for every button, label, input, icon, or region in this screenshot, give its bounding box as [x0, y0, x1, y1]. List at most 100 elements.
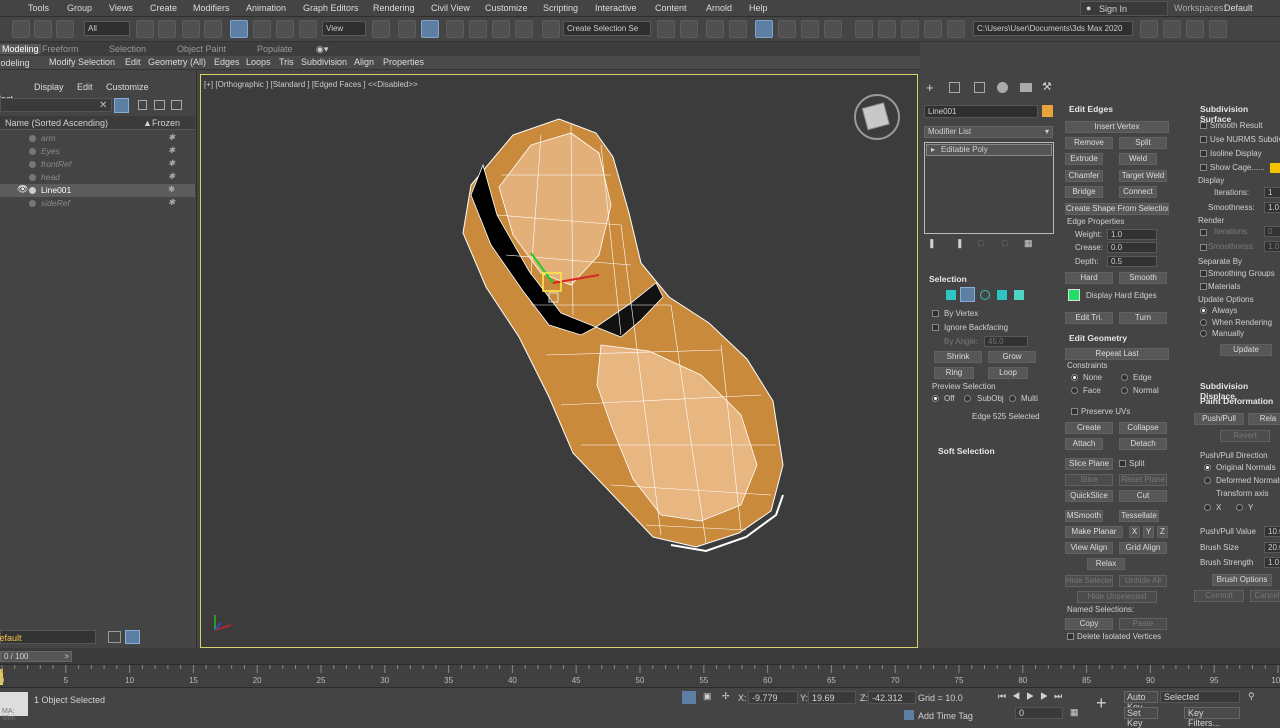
menu-interactive[interactable]: Interactive	[595, 3, 637, 13]
key-mode-dropdown[interactable]: Selected	[1160, 691, 1240, 703]
create-shape-button[interactable]: Create Shape From Selection	[1065, 203, 1169, 215]
render-setup-icon[interactable]	[855, 20, 873, 38]
axis-x-radio[interactable]	[1204, 504, 1211, 511]
menu-help[interactable]: Help	[749, 3, 768, 13]
loop-button[interactable]: Loop	[988, 367, 1028, 379]
pivot-center-icon[interactable]	[372, 20, 390, 38]
y-coordinate-field[interactable]: 19.69	[808, 691, 856, 704]
remove-button[interactable]: Remove	[1065, 137, 1113, 149]
layer-icon[interactable]	[171, 100, 182, 110]
explorer-tab-edit[interactable]: Edit	[77, 82, 93, 92]
attach-button[interactable]: Attach	[1065, 438, 1103, 450]
update-manually-radio[interactable]	[1200, 330, 1207, 337]
render-production-icon[interactable]	[901, 20, 919, 38]
vertex-mode-icon[interactable]	[946, 290, 956, 300]
workspace-value[interactable]: Default	[1224, 3, 1253, 13]
menu-modifiers[interactable]: Modifiers	[193, 3, 230, 13]
menu-civil-view[interactable]: Civil View	[431, 3, 470, 13]
menu-create[interactable]: Create	[150, 3, 177, 13]
smooth-result-checkbox[interactable]	[1200, 122, 1207, 129]
view-align-button[interactable]: View Align	[1065, 542, 1113, 554]
menu-customize[interactable]: Customize	[485, 3, 528, 13]
set-key-icon[interactable]: +	[1096, 693, 1107, 714]
detach-button[interactable]: Detach	[1119, 438, 1167, 450]
time-tag-icon[interactable]	[904, 710, 914, 720]
track-bar[interactable]: 0 5 10 15 20 25 30 35 40 45 50 55 60 65 70 75 80 85 90 95 10…	[0, 664, 1280, 687]
ribbon-options-icon[interactable]: ◉▾	[316, 44, 328, 55]
rotate-icon[interactable]	[253, 20, 271, 38]
msmooth-button[interactable]: MSmooth	[1065, 510, 1103, 522]
panel-properties[interactable]: Properties	[383, 57, 424, 67]
edit-tri-button[interactable]: Edit Tri.	[1065, 312, 1113, 324]
push-pull-button[interactable]: Push/Pull	[1194, 413, 1244, 425]
depth-spinner[interactable]: 0.5	[1107, 256, 1157, 267]
configure-sets-icon[interactable]: ▦	[1024, 238, 1033, 249]
sign-in-dropdown[interactable]: ● Sign In	[1080, 1, 1168, 16]
named-selection-dropdown[interactable]: Create Selection Se	[563, 21, 651, 36]
paint-deformation-title[interactable]: Paint Deformation	[1200, 396, 1273, 406]
maxscript-listener[interactable]: MA: Mini	[0, 692, 28, 722]
explorer-tab-customize[interactable]: Customize	[106, 82, 149, 92]
grow-button[interactable]: Grow	[988, 351, 1036, 363]
menu-content[interactable]: Content	[655, 3, 687, 13]
time-config-icon[interactable]: ▦	[1070, 707, 1079, 718]
render-iterations-spinner[interactable]: 0	[1264, 226, 1280, 237]
move-icon[interactable]	[230, 20, 248, 38]
project-path-dropdown[interactable]: C:\Users\User\Documents\3ds Max 2020	[973, 21, 1133, 36]
ribbon-toggle-icon[interactable]	[755, 20, 773, 38]
planar-x-button[interactable]: X	[1129, 526, 1140, 538]
isoline-checkbox[interactable]	[1200, 150, 1207, 157]
menu-rendering[interactable]: Rendering	[373, 3, 415, 13]
panel-modify-selection[interactable]: Modify Selection	[49, 57, 115, 67]
time-slider-thumb[interactable]: 0 / 100 >	[0, 651, 72, 662]
scene-explorer-icon[interactable]	[706, 20, 724, 38]
object-color-swatch[interactable]	[1042, 105, 1053, 117]
link-icon[interactable]	[12, 20, 30, 38]
edit-geometry-title[interactable]: Edit Geometry	[1069, 333, 1127, 343]
split-button[interactable]: Split	[1119, 137, 1167, 149]
panel-subdivision[interactable]: Subdivision	[301, 57, 347, 67]
clear-search-icon[interactable]: ✕	[99, 100, 107, 111]
ignore-backfacing-checkbox[interactable]	[932, 324, 939, 331]
constraint-none-radio[interactable]	[1071, 374, 1078, 381]
explorer-row[interactable]: sideRef ✱	[0, 197, 195, 210]
border-mode-icon[interactable]	[980, 290, 990, 300]
menu-arnold[interactable]: Arnold	[706, 3, 732, 13]
current-frame-field[interactable]: 0	[1015, 707, 1063, 719]
viewport-orthographic[interactable]: [+] [Orthographic ] [Standard ] [Edged F…	[200, 74, 918, 648]
preserve-uvs-checkbox[interactable]	[1071, 408, 1078, 415]
a360-gallery-icon[interactable]	[947, 20, 965, 38]
z-coordinate-field[interactable]: -42.312	[868, 691, 916, 704]
stack-item-editable-poly[interactable]: ▸ Editable Poly	[926, 144, 1052, 156]
hierarchy-tab-icon[interactable]	[974, 82, 985, 93]
utilities-tab-icon[interactable]: ⚒	[1042, 80, 1052, 93]
expand-icon[interactable]: ▸	[931, 145, 935, 154]
render-smooth-checkbox[interactable]	[1200, 244, 1207, 251]
rect-selection-icon[interactable]	[182, 20, 200, 38]
tab-selection[interactable]: Selection	[109, 44, 146, 54]
menu-tools[interactable]: Tools	[28, 3, 49, 13]
planar-y-button[interactable]: Y	[1143, 526, 1154, 538]
hard-edge-color-swatch[interactable]	[1068, 289, 1080, 301]
render-iter-checkbox[interactable]	[1200, 229, 1207, 236]
x-coordinate-field[interactable]: -9.779	[748, 691, 798, 704]
create-tab-icon[interactable]: +	[926, 80, 934, 95]
repeat-last-button[interactable]: Repeat Last	[1065, 348, 1169, 360]
original-normals-radio[interactable]	[1204, 464, 1211, 471]
visibility-icon[interactable]	[29, 200, 36, 207]
menu-animation[interactable]: Animation	[246, 3, 286, 13]
cage-color-swatch[interactable]	[1270, 163, 1280, 173]
eye-icon[interactable]: 👁	[17, 184, 28, 195]
window-crossing-icon[interactable]	[204, 20, 222, 38]
panel-geometry-all[interactable]: Geometry (All)	[148, 57, 206, 67]
edit-named-sets-icon[interactable]	[542, 20, 560, 38]
smooth-button[interactable]: Smooth	[1119, 272, 1167, 284]
materials-checkbox[interactable]	[1200, 283, 1207, 290]
remove-modifier-icon[interactable]: □	[1002, 238, 1007, 248]
modifier-list-dropdown[interactable]: Modifier List ▾	[924, 126, 1053, 138]
planar-z-button[interactable]: Z	[1157, 526, 1168, 538]
paint-relax-button[interactable]: Rela	[1248, 413, 1280, 425]
relax-button[interactable]: Relax	[1087, 558, 1125, 570]
bind-space-warp-icon[interactable]	[56, 20, 74, 38]
ref-coord-dropdown[interactable]: View	[322, 21, 366, 36]
